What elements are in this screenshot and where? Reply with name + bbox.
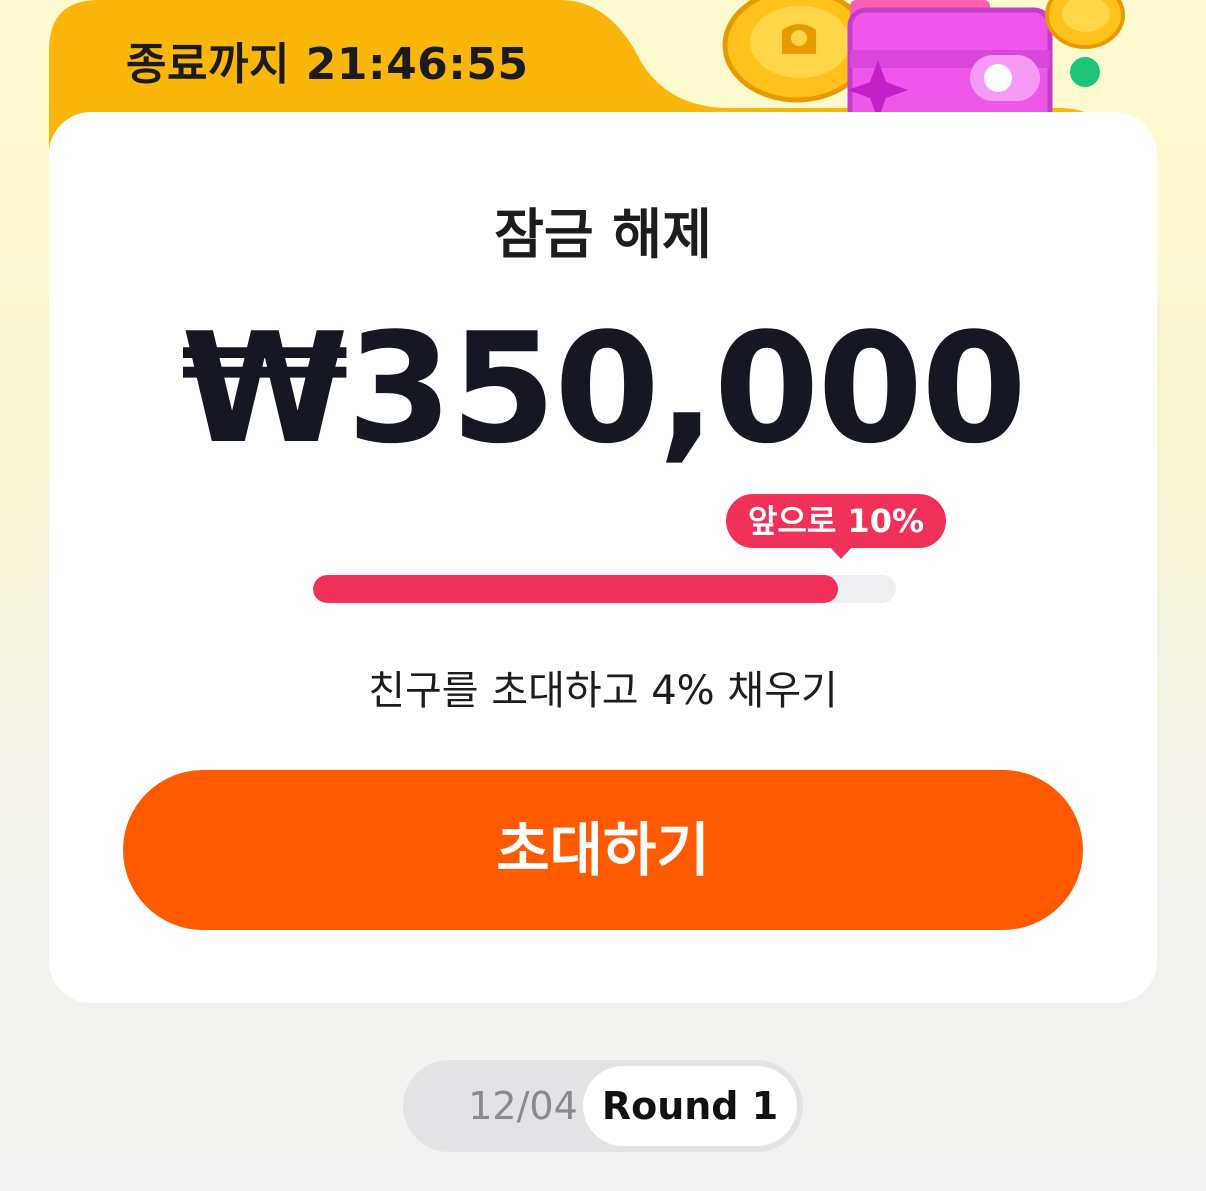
countdown-timer: 종료까지 21:46:55	[126, 39, 529, 90]
invite-button[interactable]: 초대하기	[123, 770, 1083, 930]
card-title: 잠금 해제	[494, 203, 712, 266]
coin-icon	[722, 0, 872, 103]
round-tab-selected[interactable]: Round 1	[583, 1066, 797, 1146]
round-selector: 12/04 Round 1	[403, 1060, 803, 1152]
reward-amount: ₩350,000	[181, 300, 1027, 477]
badge-pointer	[829, 546, 853, 559]
remaining-percent-badge: 앞으로 10%	[726, 494, 946, 548]
progress-fill	[313, 575, 838, 603]
coin-icon	[1045, 0, 1125, 49]
invite-hint: 친구를 초대하고 4% 채우기	[368, 668, 838, 714]
progress-bar	[313, 575, 896, 603]
